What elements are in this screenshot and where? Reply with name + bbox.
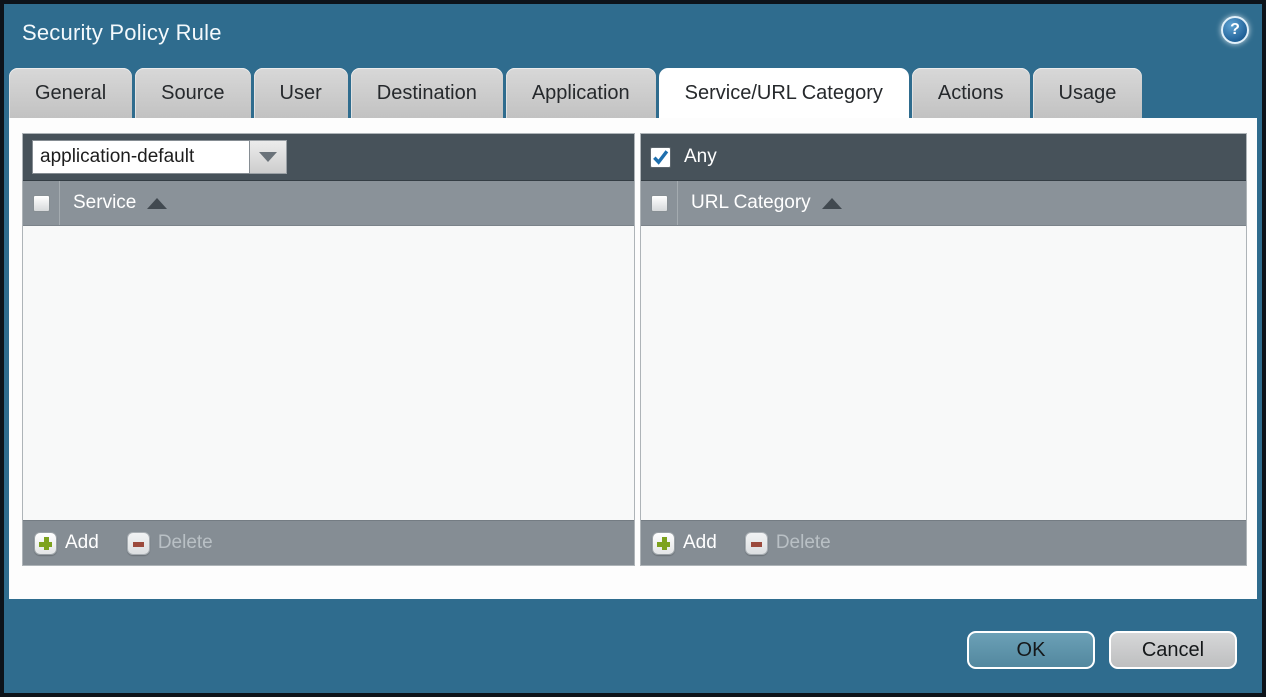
add-service-label: Add	[65, 532, 99, 554]
url-category-table-header: URL Category	[641, 181, 1246, 226]
url-category-select-all-cell	[641, 181, 678, 225]
plus-icon	[34, 532, 57, 555]
url-category-panel: Any URL Category Add Delete	[640, 133, 1247, 566]
tab-service-url-category[interactable]: Service/URL Category	[659, 68, 909, 118]
tab-actions[interactable]: Actions	[912, 68, 1030, 118]
dialog-title: Security Policy Rule	[22, 20, 222, 46]
dialog-button-bar: OK Cancel	[4, 599, 1262, 693]
sort-ascending-icon[interactable]	[822, 198, 842, 209]
minus-icon	[745, 532, 768, 555]
help-icon[interactable]: ?	[1221, 16, 1249, 44]
add-url-category-label: Add	[683, 532, 717, 554]
security-policy-rule-dialog: Security Policy Rule ? General Source Us…	[4, 4, 1262, 693]
tab-user[interactable]: User	[254, 68, 348, 118]
service-type-dropdown-button[interactable]	[250, 140, 287, 174]
tab-destination[interactable]: Destination	[351, 68, 503, 118]
url-category-panel-footer: Add Delete	[641, 520, 1246, 565]
any-checkbox[interactable]	[650, 147, 671, 168]
tab-source[interactable]: Source	[135, 68, 250, 118]
delete-url-category-label: Delete	[776, 532, 831, 554]
delete-service-button[interactable]: Delete	[127, 532, 213, 555]
tab-strip: General Source User Destination Applicat…	[4, 67, 1262, 118]
checkmark-icon	[652, 149, 669, 166]
service-type-combobox	[32, 140, 287, 174]
title-bar: Security Policy Rule ?	[4, 4, 1262, 67]
minus-icon	[127, 532, 150, 555]
tab-general[interactable]: General	[9, 68, 132, 118]
service-select-all-checkbox[interactable]	[33, 195, 50, 212]
url-category-column-header[interactable]: URL Category	[691, 192, 811, 214]
service-panel-footer: Add Delete	[23, 520, 634, 565]
add-service-button[interactable]: Add	[34, 532, 99, 555]
ok-button[interactable]: OK	[967, 631, 1095, 669]
delete-url-category-button[interactable]: Delete	[745, 532, 831, 555]
service-select-all-cell	[23, 181, 60, 225]
any-checkbox-label: Any	[684, 146, 717, 168]
url-category-select-all-checkbox[interactable]	[651, 195, 668, 212]
url-category-list-body	[641, 226, 1246, 520]
tab-application[interactable]: Application	[506, 68, 656, 118]
service-column-header[interactable]: Service	[73, 192, 136, 214]
tab-content-area: Service Add Delete	[9, 118, 1257, 599]
add-url-category-button[interactable]: Add	[652, 532, 717, 555]
service-list-body	[23, 226, 634, 520]
service-type-input[interactable]	[32, 140, 250, 174]
chevron-down-icon	[259, 152, 277, 162]
plus-icon	[652, 532, 675, 555]
sort-ascending-icon[interactable]	[147, 198, 167, 209]
service-table-header: Service	[23, 181, 634, 226]
cancel-button[interactable]: Cancel	[1109, 631, 1237, 669]
service-panel-toolbar	[23, 134, 634, 181]
tab-usage[interactable]: Usage	[1033, 68, 1143, 118]
delete-service-label: Delete	[158, 532, 213, 554]
service-panel: Service Add Delete	[22, 133, 635, 566]
url-category-panel-toolbar: Any	[641, 134, 1246, 181]
